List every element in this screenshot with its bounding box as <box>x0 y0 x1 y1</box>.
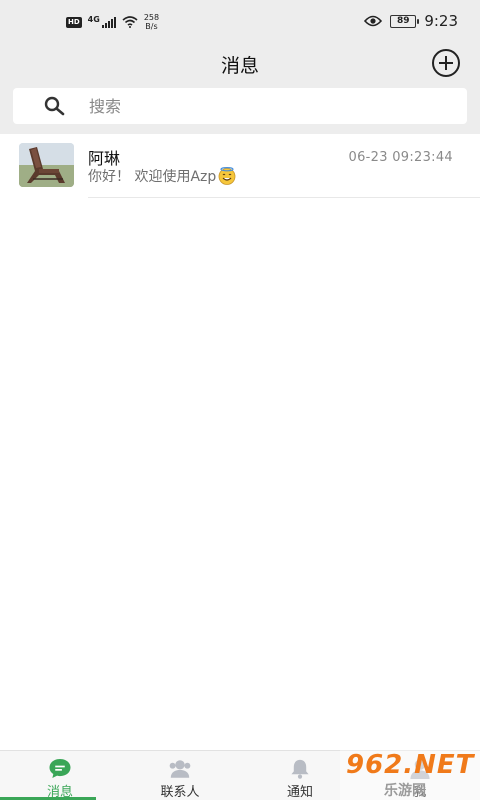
message-time: 06-23 09:23:44 <box>348 150 453 165</box>
page-title: 消息 <box>220 55 259 77</box>
speed-value: 258 <box>143 13 160 22</box>
bell-icon <box>291 759 309 779</box>
status-right: 89 9:23 <box>364 12 458 30</box>
chat-icon <box>49 758 71 779</box>
tab-notifications-label: 通知 <box>286 785 313 800</box>
divider <box>88 197 480 198</box>
watermark-text: 乐游网 <box>384 783 426 799</box>
watermark: 962.NET 乐游网 <box>340 748 480 800</box>
message-preview-text: 你好！ 欢迎使用Azp <box>88 169 217 185</box>
network-speed: 258 B/s <box>144 13 159 31</box>
watermark-logo: 962.NET <box>346 750 475 780</box>
header: 消息 <box>0 44 480 84</box>
network-type: 4G <box>87 14 100 24</box>
wifi-icon <box>122 16 138 28</box>
speed-unit: B/s <box>145 22 158 31</box>
contacts-icon <box>169 760 191 778</box>
conversation-list: 阿琳 06-23 09:23:44 你好！ 欢迎使用Azp <box>0 134 480 198</box>
status-left: HD 4G 258 B/s <box>66 13 159 31</box>
status-bar: HD 4G 258 B/s 89 9:23 <box>0 0 480 44</box>
message-preview: 你好！ 欢迎使用Azp <box>88 166 236 186</box>
search-area <box>0 84 480 134</box>
search-icon <box>44 96 65 116</box>
avatar <box>19 143 74 187</box>
smile-emoji-icon <box>218 167 236 185</box>
conversation-item[interactable]: 阿琳 06-23 09:23:44 你好！ 欢迎使用Azp <box>0 134 480 198</box>
search-box[interactable] <box>13 88 467 124</box>
battery-icon: 89 <box>390 14 420 28</box>
avatar-chair-image <box>19 143 74 187</box>
tab-messages[interactable]: 消息 <box>0 751 120 800</box>
signal-icon <box>101 16 116 28</box>
search-input[interactable] <box>89 88 449 124</box>
hd-icon: HD <box>66 16 82 28</box>
tab-contacts-label: 联系人 <box>160 785 200 800</box>
tab-contacts[interactable]: 联系人 <box>120 751 240 800</box>
add-button[interactable] <box>432 49 460 77</box>
clock: 9:23 <box>424 12 458 30</box>
eye-icon <box>364 15 383 27</box>
